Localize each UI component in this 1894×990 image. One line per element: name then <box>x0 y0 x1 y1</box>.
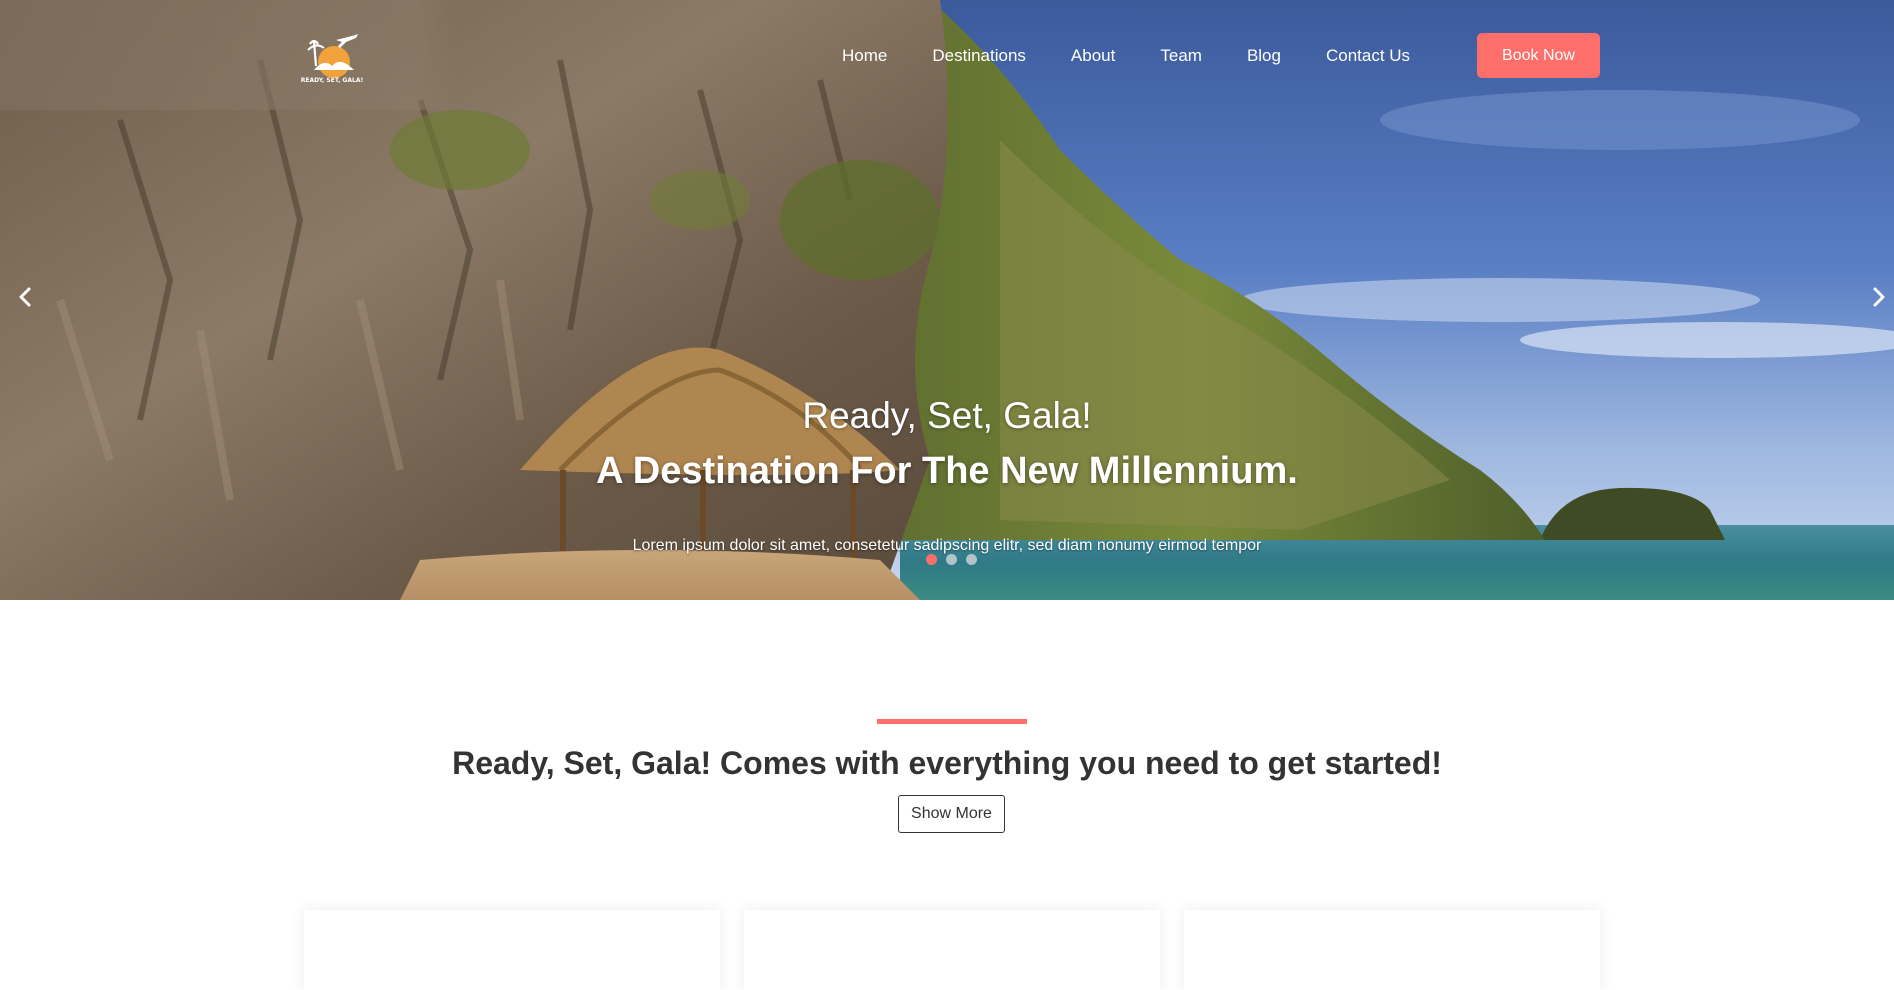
nav-item-contact-us[interactable]: Contact Us <box>1326 46 1410 66</box>
nav-item-destinations[interactable]: Destinations <box>932 46 1026 66</box>
feature-card-1[interactable] <box>304 910 720 990</box>
nav-item-blog[interactable]: Blog <box>1247 46 1281 66</box>
brand-logo[interactable]: READY, SET, GALA! <box>300 30 364 86</box>
chevron-right-icon[interactable] <box>1866 285 1890 309</box>
hero-description: Lorem ipsum dolor sit amet, consetetur s… <box>632 537 1262 554</box>
feature-card-2[interactable] <box>744 910 1160 990</box>
book-now-button[interactable]: Book Now <box>1477 33 1600 78</box>
intro-heading-text: Comes with everything you need to get st… <box>711 745 1442 781</box>
show-more-button[interactable]: Show More <box>898 795 1005 833</box>
site-header: READY, SET, GALA! Home Destinations Abou… <box>0 0 1894 110</box>
hero-slider: READY, SET, GALA! Home Destinations Abou… <box>0 0 1894 600</box>
nav-item-team[interactable]: Team <box>1160 46 1202 66</box>
logo-text: READY, SET, GALA! <box>301 77 363 84</box>
nav-item-about[interactable]: About <box>1071 46 1115 66</box>
slider-dot-2[interactable] <box>946 554 957 565</box>
hero-subtitle: A Destination For The New Millennium. <box>596 450 1298 492</box>
slider-dot-1[interactable] <box>926 554 937 565</box>
slider-dots <box>926 554 977 565</box>
intro-heading: Ready, Set, Gala! Comes with everything … <box>0 745 1894 782</box>
slider-dot-3[interactable] <box>966 554 977 565</box>
section-accent-line <box>877 719 1027 724</box>
main-nav: Home Destinations About Team Blog Contac… <box>830 33 1455 78</box>
feature-card-3[interactable] <box>1184 910 1600 990</box>
intro-heading-brand: Ready, Set, Gala! <box>452 745 712 781</box>
hero-title: Ready, Set, Gala! <box>802 395 1092 436</box>
nav-item-home[interactable]: Home <box>842 46 887 66</box>
chevron-left-icon[interactable] <box>14 285 38 309</box>
